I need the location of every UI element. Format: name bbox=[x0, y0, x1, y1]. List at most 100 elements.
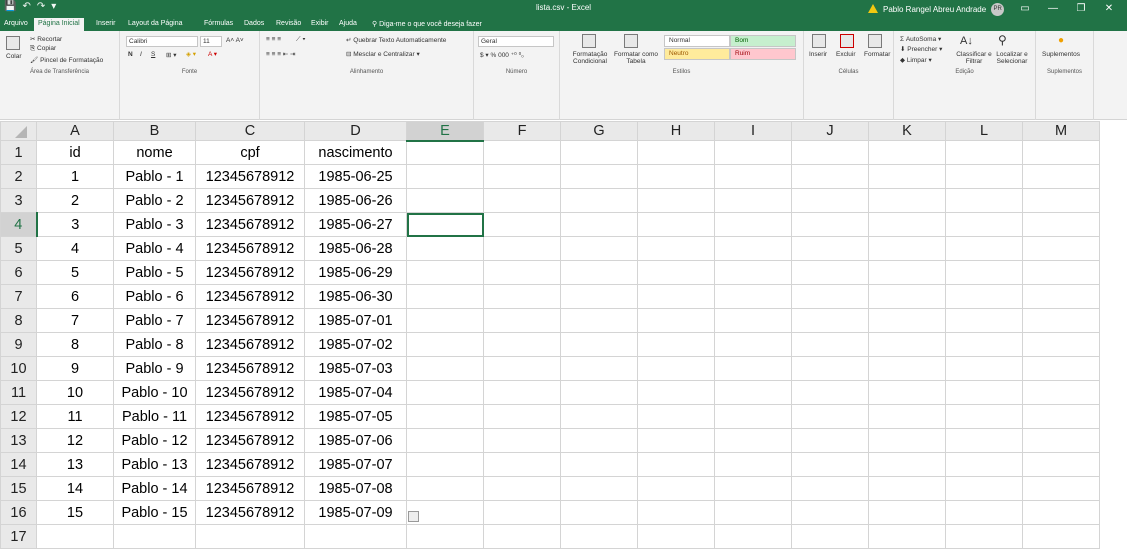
cell-e8[interactable] bbox=[406, 308, 484, 333]
row-header[interactable]: 13 bbox=[0, 428, 37, 453]
cell-i16[interactable] bbox=[714, 500, 792, 525]
tab-layout-da-pagina[interactable]: Layout da Página bbox=[128, 20, 183, 27]
font-grow-shrink-icon[interactable]: A˄ A˅ bbox=[226, 37, 244, 44]
cell-l13[interactable] bbox=[945, 428, 1023, 453]
cell-d11[interactable]: 1985-07-04 bbox=[304, 380, 407, 405]
cell-c7[interactable]: 12345678912 bbox=[195, 284, 305, 309]
cell-e11[interactable] bbox=[406, 380, 484, 405]
conditional-formatting-icon[interactable] bbox=[582, 34, 596, 48]
cell-b3[interactable]: Pablo - 2 bbox=[113, 188, 196, 213]
cell-c14[interactable]: 12345678912 bbox=[195, 452, 305, 477]
cell-k6[interactable] bbox=[868, 260, 946, 285]
cell-b14[interactable]: Pablo - 13 bbox=[113, 452, 196, 477]
row-header[interactable]: 1 bbox=[0, 140, 37, 165]
cell-m8[interactable] bbox=[1022, 308, 1100, 333]
conditional-formatting-button[interactable]: Formatação Condicional bbox=[566, 51, 614, 65]
cell-g6[interactable] bbox=[560, 260, 638, 285]
cell-e15[interactable] bbox=[406, 476, 484, 501]
cell-k10[interactable] bbox=[868, 356, 946, 381]
fill-button[interactable]: ⬇ Preencher ▾ bbox=[900, 45, 942, 53]
font-name-select[interactable]: Calibri bbox=[126, 36, 198, 47]
tab-exibir[interactable]: Exibir bbox=[311, 20, 329, 27]
cell-e12[interactable] bbox=[406, 404, 484, 429]
cell-j8[interactable] bbox=[791, 308, 869, 333]
cell-f11[interactable] bbox=[483, 380, 561, 405]
cell-c12[interactable]: 12345678912 bbox=[195, 404, 305, 429]
cell-a8[interactable]: 7 bbox=[36, 308, 114, 333]
cell-a5[interactable]: 4 bbox=[36, 236, 114, 261]
cell-j3[interactable] bbox=[791, 188, 869, 213]
cell-f1[interactable] bbox=[483, 140, 561, 165]
cell-e6[interactable] bbox=[406, 260, 484, 285]
cell-k2[interactable] bbox=[868, 164, 946, 189]
cell-j13[interactable] bbox=[791, 428, 869, 453]
cell-a14[interactable]: 13 bbox=[36, 452, 114, 477]
cell-d2[interactable]: 1985-06-25 bbox=[304, 164, 407, 189]
orientation-icon[interactable]: ⟋ ▾ bbox=[296, 36, 306, 44]
insert-cells-icon[interactable] bbox=[812, 34, 826, 48]
cell-b16[interactable]: Pablo - 15 bbox=[113, 500, 196, 525]
cell-e4[interactable] bbox=[406, 212, 484, 237]
cell-h4[interactable] bbox=[637, 212, 715, 237]
cell-d13[interactable]: 1985-07-06 bbox=[304, 428, 407, 453]
tab-pagina-inicial[interactable]: Página Inicial bbox=[34, 18, 84, 31]
merge-center-button[interactable]: ⊟ Mesclar e Centralizar ▾ bbox=[346, 50, 420, 58]
cell-j4[interactable] bbox=[791, 212, 869, 237]
cell-i2[interactable] bbox=[714, 164, 792, 189]
cell-d8[interactable]: 1985-07-01 bbox=[304, 308, 407, 333]
tab-inserir[interactable]: Inserir bbox=[96, 20, 115, 27]
cell-c10[interactable]: 12345678912 bbox=[195, 356, 305, 381]
cell-m10[interactable] bbox=[1022, 356, 1100, 381]
cell-c13[interactable]: 12345678912 bbox=[195, 428, 305, 453]
cell-a9[interactable]: 8 bbox=[36, 332, 114, 357]
cell-f13[interactable] bbox=[483, 428, 561, 453]
cell-a2[interactable]: 1 bbox=[36, 164, 114, 189]
find-select-button[interactable]: Localizar e Selecionar bbox=[992, 51, 1032, 65]
find-icon[interactable]: ⚲ bbox=[998, 33, 1007, 47]
cell-c2[interactable]: 12345678912 bbox=[195, 164, 305, 189]
cell-c9[interactable]: 12345678912 bbox=[195, 332, 305, 357]
cell-k3[interactable] bbox=[868, 188, 946, 213]
cell-m11[interactable] bbox=[1022, 380, 1100, 405]
cell-h2[interactable] bbox=[637, 164, 715, 189]
cell-e2[interactable] bbox=[406, 164, 484, 189]
cell-g17[interactable] bbox=[560, 524, 638, 549]
cell-b17[interactable] bbox=[113, 524, 196, 549]
cell-k1[interactable] bbox=[868, 140, 946, 165]
select-all-corner[interactable] bbox=[0, 121, 37, 141]
borders-icon[interactable]: ⊞ ▾ bbox=[166, 51, 177, 59]
cell-b2[interactable]: Pablo - 1 bbox=[113, 164, 196, 189]
sort-filter-icon[interactable]: A↓ bbox=[960, 35, 973, 47]
style-normal[interactable]: Normal bbox=[664, 35, 730, 47]
cell-j12[interactable] bbox=[791, 404, 869, 429]
cell-k16[interactable] bbox=[868, 500, 946, 525]
cell-f15[interactable] bbox=[483, 476, 561, 501]
cell-g5[interactable] bbox=[560, 236, 638, 261]
cell-i1[interactable] bbox=[714, 140, 792, 165]
cell-a10[interactable]: 9 bbox=[36, 356, 114, 381]
cell-d9[interactable]: 1985-07-02 bbox=[304, 332, 407, 357]
cell-e1[interactable] bbox=[406, 140, 484, 165]
format-painter-button[interactable]: 🖌 Pincel de Formatação bbox=[30, 56, 103, 64]
cell-m17[interactable] bbox=[1022, 524, 1100, 549]
cell-k11[interactable] bbox=[868, 380, 946, 405]
cell-j5[interactable] bbox=[791, 236, 869, 261]
cell-b15[interactable]: Pablo - 14 bbox=[113, 476, 196, 501]
cell-g16[interactable] bbox=[560, 500, 638, 525]
cell-b5[interactable]: Pablo - 4 bbox=[113, 236, 196, 261]
cell-k9[interactable] bbox=[868, 332, 946, 357]
tab-revisao[interactable]: Revisão bbox=[276, 20, 301, 27]
cell-h3[interactable] bbox=[637, 188, 715, 213]
cell-l8[interactable] bbox=[945, 308, 1023, 333]
row-header[interactable]: 6 bbox=[0, 260, 37, 285]
cell-m13[interactable] bbox=[1022, 428, 1100, 453]
cell-g13[interactable] bbox=[560, 428, 638, 453]
cell-e7[interactable] bbox=[406, 284, 484, 309]
font-color-icon[interactable]: A ▾ bbox=[208, 50, 217, 58]
cell-k13[interactable] bbox=[868, 428, 946, 453]
column-header-c[interactable]: C bbox=[195, 121, 305, 141]
cell-j6[interactable] bbox=[791, 260, 869, 285]
cell-l4[interactable] bbox=[945, 212, 1023, 237]
underline-button[interactable]: S bbox=[151, 51, 155, 58]
cell-a16[interactable]: 15 bbox=[36, 500, 114, 525]
